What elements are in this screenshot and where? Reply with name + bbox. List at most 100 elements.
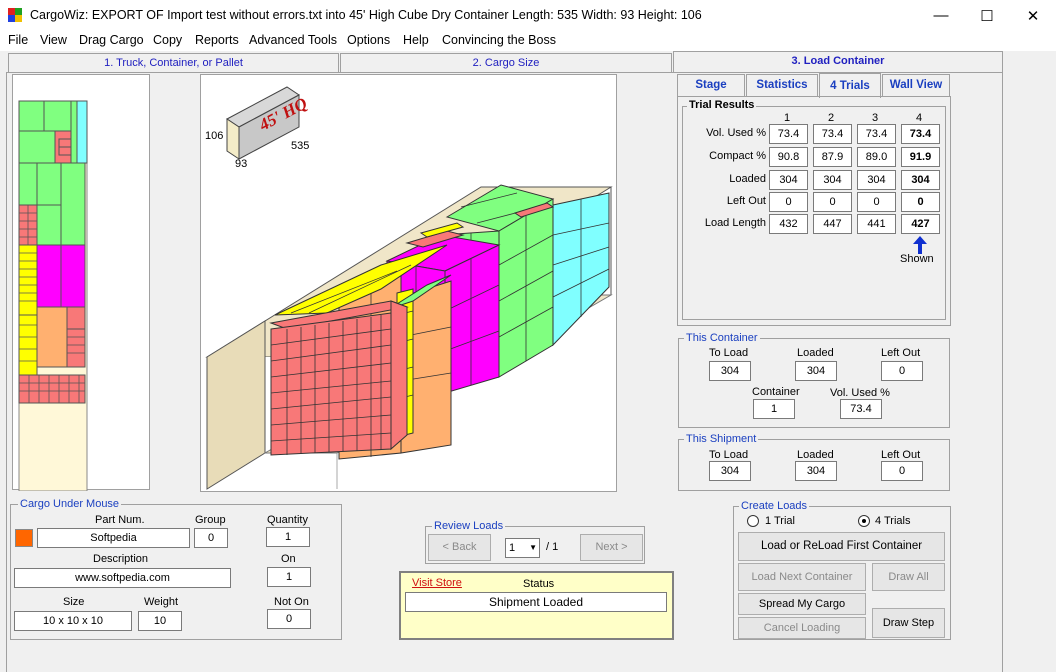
trial-cell: 89.0: [857, 147, 896, 167]
load-next-container-button[interactable]: Load Next Container: [738, 563, 866, 591]
trial-cell: 304: [769, 170, 808, 190]
menu-convincing-the-boss[interactable]: Convincing the Boss: [442, 33, 556, 47]
container-vol-used-value: 73.4: [840, 399, 882, 419]
this-shipment-title: This Shipment: [684, 433, 759, 445]
trial-cell: 447: [813, 214, 852, 234]
status-value: Shipment Loaded: [405, 592, 667, 612]
trial-cell: 91.9: [901, 147, 940, 167]
size-field[interactable]: 10 x 10 x 10: [14, 611, 132, 631]
badge-length: 535: [291, 140, 309, 152]
container-loaded-label: Loaded: [797, 347, 834, 359]
trial-row-label: Compact %: [709, 150, 766, 162]
one-trial-radio[interactable]: [747, 515, 759, 527]
not-on-field[interactable]: 0: [267, 609, 311, 629]
cargowiz-app-icon: [8, 8, 22, 22]
subtab-wall-view[interactable]: Wall View: [882, 74, 950, 96]
tab-cargo-size[interactable]: 2. Cargo Size: [340, 53, 672, 72]
maximize-button[interactable]: ☐: [964, 0, 1010, 31]
radio-selected-dot: [862, 519, 866, 523]
weight-field[interactable]: 10: [138, 611, 182, 631]
shipment-to-load-label: To Load: [709, 449, 749, 461]
menu-help[interactable]: Help: [403, 33, 429, 47]
create-loads-title: Create Loads: [739, 500, 810, 512]
menu-view[interactable]: View: [40, 33, 67, 47]
load-first-container-button[interactable]: Load or ReLoad First Container: [738, 532, 945, 561]
menu-drag-cargo[interactable]: Drag Cargo: [79, 33, 144, 47]
description-field[interactable]: www.softpedia.com: [14, 568, 231, 588]
draw-all-button[interactable]: Draw All: [872, 563, 945, 591]
menu-advanced-tools[interactable]: Advanced Tools: [249, 33, 337, 47]
four-trials-radio[interactable]: [858, 515, 870, 527]
load-count: / 1: [546, 541, 559, 553]
chevron-down-icon: ▼: [529, 543, 537, 552]
tab-load-container[interactable]: 3. Load Container: [673, 51, 1003, 73]
size-label: Size: [63, 596, 85, 608]
four-trials-label: 4 Trials: [875, 515, 911, 527]
top-view-panel: [12, 74, 150, 492]
not-on-label: Not On: [274, 596, 309, 608]
close-button[interactable]: ✕: [1010, 0, 1056, 31]
menu-options[interactable]: Options: [347, 33, 390, 47]
menu-bar: File View Drag Cargo Copy Reports Advanc…: [0, 31, 1056, 51]
menu-reports[interactable]: Reports: [195, 33, 239, 47]
subtab-4-trials[interactable]: 4 Trials: [819, 73, 881, 98]
cargo-under-mouse-title: Cargo Under Mouse: [18, 498, 122, 510]
part-num-label: Part Num.: [95, 514, 145, 526]
container-number-value: 1: [753, 399, 795, 419]
trial-cell: 304: [813, 170, 852, 190]
trial-cell: 73.4: [813, 124, 852, 144]
trial-cell: 73.4: [769, 124, 808, 144]
trial-cell: 0: [857, 192, 896, 212]
cargo-color-swatch: [15, 529, 33, 547]
shipment-left-out-label: Left Out: [881, 449, 921, 461]
group-label: Group: [195, 514, 226, 526]
minimize-button[interactable]: —: [918, 0, 964, 31]
load-select-value: 1: [509, 542, 516, 554]
quantity-label: Quantity: [267, 514, 308, 526]
this-container-title: This Container: [684, 332, 760, 344]
shown-label: Shown: [900, 253, 934, 265]
tab-truck-container-pallet[interactable]: 1. Truck, Container, or Pallet: [8, 53, 339, 72]
shipment-left-out-value: 0: [881, 461, 923, 481]
one-trial-label: 1 Trial: [765, 515, 795, 527]
menu-copy[interactable]: Copy: [153, 33, 182, 47]
draw-step-button[interactable]: Draw Step: [872, 608, 945, 638]
trial-cell: 427: [901, 214, 940, 234]
container-3d-drawing: 45' HQ 106 93 535: [205, 86, 613, 491]
next-button[interactable]: Next >: [580, 534, 643, 561]
group-field[interactable]: 0: [194, 528, 228, 548]
visit-store-link[interactable]: Visit Store: [412, 577, 462, 589]
part-num-field[interactable]: Softpedia: [37, 528, 190, 548]
container-loaded-value: 304: [795, 361, 837, 381]
trial-cell: 90.8: [769, 147, 808, 167]
subtab-stage[interactable]: Stage: [677, 74, 745, 96]
title-bar: CargoWiz: EXPORT OF Import test without …: [0, 0, 1056, 31]
container-vol-used-label: Vol. Used %: [830, 387, 890, 399]
on-field[interactable]: 1: [267, 567, 311, 587]
trial-cell: 432: [769, 214, 808, 234]
trial-cell: 441: [857, 214, 896, 234]
trial-results-title: Trial Results: [687, 99, 757, 111]
trial-cell: 0: [813, 192, 852, 212]
container-left-out-value: 0: [881, 361, 923, 381]
badge-width: 93: [235, 158, 247, 170]
top-view-drawing: [18, 100, 88, 492]
trial-cell: 0: [901, 192, 940, 212]
review-loads-title: Review Loads: [432, 520, 506, 532]
trial-cell: 304: [901, 170, 940, 190]
subtab-statistics[interactable]: Statistics: [746, 74, 818, 96]
back-button[interactable]: < Back: [428, 534, 491, 561]
quantity-field[interactable]: 1: [266, 527, 310, 547]
container-to-load-label: To Load: [709, 347, 749, 359]
menu-file[interactable]: File: [8, 33, 28, 47]
load-select[interactable]: 1 ▼: [505, 538, 540, 558]
container-3d-view: 45' HQ 106 93 535: [200, 74, 617, 492]
trial-column-header: 3: [872, 112, 879, 124]
spread-my-cargo-button[interactable]: Spread My Cargo: [738, 593, 866, 615]
trial-cell: 87.9: [813, 147, 852, 167]
cancel-loading-button[interactable]: Cancel Loading: [738, 617, 866, 639]
weight-label: Weight: [144, 596, 179, 608]
trial-row-label: Load Length: [704, 217, 766, 229]
shipment-loaded-label: Loaded: [797, 449, 834, 461]
badge-height: 106: [205, 130, 223, 142]
